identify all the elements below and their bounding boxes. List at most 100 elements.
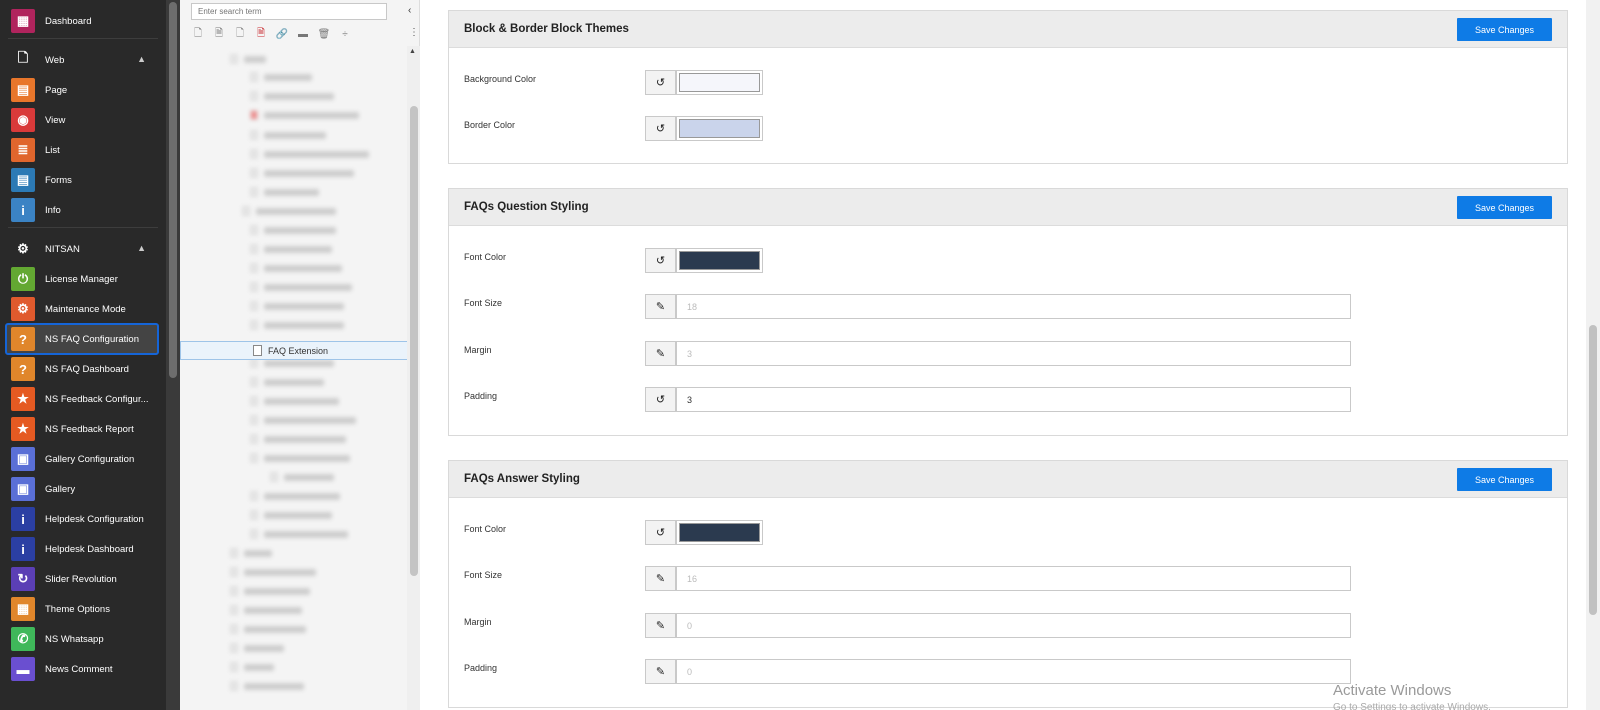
tree-node[interactable] [270,468,334,486]
sidebar-item-helpdesk-configuration[interactable]: i Helpdesk Configuration [0,504,166,534]
tree-node[interactable] [250,221,336,239]
reset-icon[interactable]: ↺ [645,387,676,412]
reset-icon[interactable]: ↺ [645,116,676,141]
reset-icon[interactable]: ↺ [645,70,676,95]
tree-node[interactable] [230,544,272,562]
sidebar-item-ns-feedback-report[interactable]: ★ NS Feedback Report [0,414,166,444]
tree-node[interactable] [250,487,340,505]
main-scrollbar[interactable] [1586,0,1600,710]
tree-node[interactable] [250,525,348,543]
sidebar-item-forms[interactable]: ▤ Forms [0,165,166,195]
tree-search-input[interactable] [191,3,387,20]
tree-node[interactable] [250,106,359,124]
sidebar-item-ns-whatsapp[interactable]: ✆ NS Whatsapp [0,624,166,654]
sidebar-item-ns-faq-dashboard[interactable]: ? NS FAQ Dashboard [0,354,166,384]
sidebar-item-helpdesk-dashboard[interactable]: i Helpdesk Dashboard [0,534,166,564]
new-page-edit-icon[interactable]: 🗎 [213,28,225,40]
save-button[interactable]: Save Changes [1457,468,1552,491]
more-vertical-icon[interactable]: ⋮ [409,27,419,38]
tree-node[interactable] [230,677,304,695]
tree-node[interactable] [230,50,266,68]
tree-scrollbar[interactable]: ▲ [407,46,420,710]
link-icon[interactable]: 🔗 [276,28,288,40]
sidebar-group-web[interactable]: 🗋 Web ▲ [0,46,166,74]
sidebar-item-page[interactable]: ▤ Page [0,75,166,105]
sidebar-item-list[interactable]: ≣ List [0,135,166,165]
sidebar-item-ns-faq-configuration[interactable]: ? NS FAQ Configuration [5,323,159,355]
font-size-input[interactable] [676,294,1351,319]
tree-node[interactable] [250,145,369,163]
tree-node[interactable] [250,164,354,182]
pencil-icon[interactable]: ✎ [645,341,676,366]
page-icon: ▤ [11,78,35,102]
tree-node[interactable] [250,183,319,201]
save-button[interactable]: Save Changes [1457,196,1552,219]
reset-icon[interactable]: ↺ [645,248,676,273]
color-swatch[interactable] [676,248,763,273]
tree-node[interactable] [250,259,342,277]
tree-node[interactable] [250,449,350,467]
tree-node[interactable] [250,87,334,105]
tree-node[interactable] [250,430,346,448]
sidebar-item-gallery[interactable]: ▣ Gallery [0,474,166,504]
tree-node[interactable] [230,601,302,619]
tree-node[interactable] [250,316,344,334]
tree-node[interactable] [250,240,332,258]
scrollbar-thumb[interactable] [169,2,177,378]
tree-node[interactable] [230,658,274,676]
padding-input[interactable] [676,659,1351,684]
tree-node[interactable] [250,411,356,429]
sidebar-scrollbar[interactable] [166,0,180,710]
scroll-up-icon[interactable]: ▲ [409,48,416,55]
color-swatch[interactable] [676,70,763,95]
sidebar-item-label: Slider Revolution [45,573,117,585]
sidebar-item-theme-options[interactable]: ▦ Theme Options [0,594,166,624]
color-swatch[interactable] [676,520,763,545]
margin-input[interactable] [676,341,1351,366]
pencil-icon[interactable]: ✎ [645,613,676,638]
tree-node[interactable] [250,68,312,86]
new-page-plus-icon[interactable]: 🗋 [234,28,246,40]
pencil-icon[interactable]: ✎ [645,294,676,319]
tree-node[interactable] [242,202,336,220]
tree-node[interactable] [250,506,332,524]
pencil-icon[interactable]: ✎ [645,566,676,591]
tree-node[interactable] [230,620,306,638]
sidebar-item-news-comment[interactable]: ▬ News Comment [0,654,166,684]
sidebar-item-ns-feedback-configuration[interactable]: ★ NS Feedback Configur... [0,384,166,414]
divider-icon[interactable]: ÷ [339,28,351,40]
tree-node[interactable] [230,582,310,600]
tree-node[interactable] [250,297,344,315]
sidebar-item-view[interactable]: ◉ View [0,105,166,135]
save-button[interactable]: Save Changes [1457,18,1552,41]
sidebar-item-gallery-configuration[interactable]: ▣ Gallery Configuration [0,444,166,474]
tree-node[interactable] [230,639,284,657]
folder-icon[interactable]: ▬ [297,28,309,40]
chevron-left-icon[interactable]: ‹ [408,5,411,16]
field-row: Margin ✎ [464,613,1554,639]
tree-node[interactable] [250,373,324,391]
sidebar-group-nitsan[interactable]: ⚙ NITSAN ▲ [0,235,166,263]
sidebar-item-license-manager[interactable]: ⏻ License Manager [0,264,166,294]
pencil-icon[interactable]: ✎ [645,659,676,684]
tree-node-selected[interactable]: FAQ Extension [180,341,414,360]
scrollbar-thumb[interactable] [410,106,418,576]
tree-node[interactable] [250,278,352,296]
sidebar-item-dashboard[interactable]: ▦ Dashboard [0,6,166,36]
tree-node[interactable] [250,126,326,144]
tree-node[interactable] [230,563,316,581]
sidebar-item-info[interactable]: i Info [0,195,166,225]
color-swatch[interactable] [676,116,763,141]
trash-icon[interactable]: 🗑 [318,28,331,40]
tree-node[interactable] [250,392,339,410]
new-page-icon[interactable]: 🗋 [192,28,204,40]
scrollbar-thumb[interactable] [1589,325,1597,615]
sidebar-item-slider-revolution[interactable]: ↻ Slider Revolution [0,564,166,594]
font-size-input[interactable] [676,566,1351,591]
padding-input[interactable] [676,387,1351,412]
margin-input[interactable] [676,613,1351,638]
new-page-red-icon[interactable]: 🗎 [255,28,267,40]
sidebar-item-label: View [45,114,66,126]
reset-icon[interactable]: ↺ [645,520,676,545]
sidebar-item-maintenance-mode[interactable]: ⚙ Maintenance Mode [0,294,166,324]
